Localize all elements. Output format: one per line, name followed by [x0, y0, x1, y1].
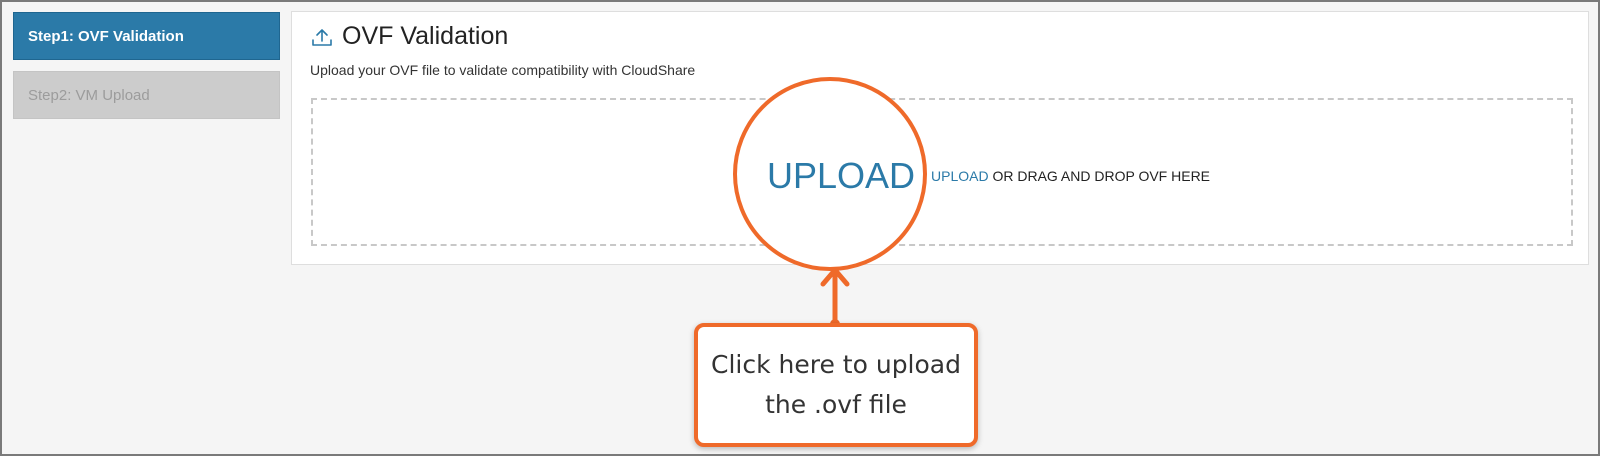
main-panel: OVF Validation Upload your OVF file to v…: [291, 11, 1589, 265]
callout-text: Click here to upload the .ovf file: [711, 350, 961, 419]
step-vm-upload: Step2: VM Upload: [13, 71, 280, 119]
step-label: Step2: VM Upload: [28, 87, 150, 104]
dropzone-text: UPLOAD OR DRAG AND DROP OVF HERE: [931, 168, 1210, 184]
instruction-callout: Click here to upload the .ovf file: [694, 323, 978, 447]
app-frame: Step1: OVF Validation Step2: VM Upload O…: [0, 0, 1600, 456]
drop-instructions: OR DRAG AND DROP OVF HERE: [988, 168, 1211, 184]
magnified-rest: O: [915, 155, 923, 196]
step-ovf-validation[interactable]: Step1: OVF Validation: [13, 12, 280, 60]
magnified-upload-link: UPLOAD: [767, 155, 916, 196]
magnified-text: UPLOAD O: [767, 155, 923, 197]
ovf-dropzone[interactable]: UPLOAD OR DRAG AND DROP OVF HERE: [311, 98, 1573, 246]
upload-icon: [312, 28, 332, 46]
panel-header: OVF Validation: [310, 22, 508, 51]
step-label: Step1: OVF Validation: [28, 28, 184, 45]
page-subtitle: Upload your OVF file to validate compati…: [310, 62, 696, 78]
page-title: OVF Validation: [342, 22, 509, 50]
magnifier-highlight: UPLOAD O: [733, 77, 927, 271]
upload-link[interactable]: UPLOAD: [931, 168, 989, 184]
